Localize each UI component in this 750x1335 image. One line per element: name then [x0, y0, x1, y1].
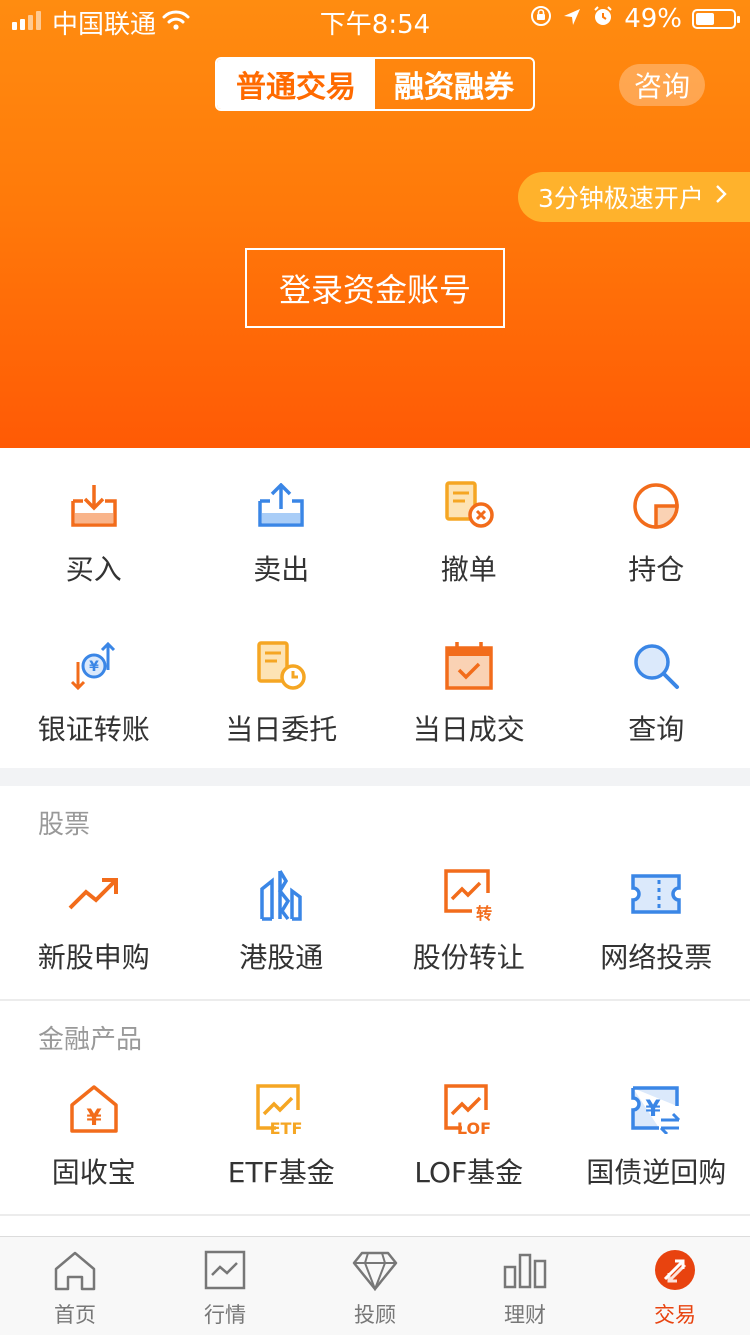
alarm-icon [592, 4, 614, 34]
treasury-repo-label: 国债逆回购 [586, 1151, 726, 1191]
position-action[interactable]: 持仓 [563, 478, 750, 588]
tab-advisor[interactable]: 投顾 [300, 1237, 450, 1335]
tab-wealth-label: 理财 [504, 1299, 546, 1329]
market-icon [203, 1249, 247, 1295]
online-vote-action[interactable]: 网络投票 [563, 866, 750, 976]
battery-icon [692, 9, 736, 29]
buy-action[interactable]: 买入 [0, 478, 188, 588]
tab-market[interactable]: 行情 [150, 1237, 300, 1335]
buy-icon [66, 478, 122, 534]
cancel-order-icon [441, 478, 497, 534]
transfer-badge: 转 [476, 904, 492, 921]
today-deals-label: 当日成交 [413, 708, 525, 748]
lof-text: LOF [457, 1119, 491, 1136]
share-transfer-label: 股份转让 [413, 936, 525, 976]
hk-connect-action[interactable]: 港股通 [188, 866, 376, 976]
query-label: 查询 [628, 708, 684, 748]
yen-glyph: ¥ [86, 1106, 102, 1131]
financial-section: 金融产品 ¥ 固收宝 ETF ETF基金 LOF LOF基金 ¥ 国债逆回购 [0, 1001, 750, 1215]
home-icon [52, 1249, 98, 1295]
cancel-order-label: 撤单 [441, 548, 497, 588]
divider [0, 1214, 750, 1216]
treasury-repo-action[interactable]: ¥ 国债逆回购 [563, 1081, 750, 1191]
tab-bar: 首页 行情 投顾 理财 交易 [0, 1236, 750, 1335]
chevron-right-icon [714, 182, 728, 212]
position-icon [628, 478, 684, 534]
today-deals-icon [441, 638, 497, 694]
fixed-income-action[interactable]: ¥ 固收宝 [0, 1081, 188, 1191]
share-transfer-action[interactable]: 转 股份转让 [375, 866, 563, 976]
advisor-icon [352, 1249, 398, 1295]
today-deals-action[interactable]: 当日成交 [375, 638, 563, 748]
tab-home-label: 首页 [54, 1299, 96, 1329]
ipo-icon [66, 866, 122, 922]
location-icon [562, 4, 582, 34]
lof-icon: LOF [441, 1081, 497, 1137]
treasury-repo-icon: ¥ [628, 1081, 684, 1137]
trade-icon [653, 1249, 697, 1295]
online-vote-label: 网络投票 [600, 936, 712, 976]
quick-actions: 买入 卖出 撤单 持仓 ¥ 银证转账 [0, 448, 750, 768]
trade-mode-switch: 普通交易 融资融券 [215, 57, 535, 111]
ipo-label: 新股申购 [38, 936, 150, 976]
tab-home[interactable]: 首页 [0, 1237, 150, 1335]
fixed-income-label: 固收宝 [52, 1151, 136, 1191]
tab-wealth[interactable]: 理财 [450, 1237, 600, 1335]
open-account-banner[interactable]: 3分钟极速开户 [518, 172, 750, 222]
repo-yen-glyph: ¥ [646, 1097, 662, 1122]
etf-icon: ETF [253, 1081, 309, 1137]
bank-transfer-label: 银证转账 [38, 708, 150, 748]
search-icon [628, 638, 684, 694]
wealth-icon [502, 1249, 548, 1295]
stocks-section-title: 股票 [38, 804, 90, 841]
sell-icon [253, 478, 309, 534]
etf-action[interactable]: ETF ETF基金 [188, 1081, 376, 1191]
stocks-section: 股票 新股申购 港股通 转 股份转让 网络投票 [0, 786, 750, 1000]
hk-connect-icon [253, 866, 309, 922]
share-transfer-icon: 转 [441, 866, 497, 922]
etf-text: ETF [270, 1119, 303, 1136]
login-fund-account-button[interactable]: 登录资金账号 [245, 248, 505, 328]
online-vote-icon [628, 866, 684, 922]
sell-action[interactable]: 卖出 [188, 478, 376, 588]
etf-label: ETF基金 [228, 1151, 335, 1191]
bank-transfer-icon: ¥ [66, 638, 122, 694]
segment-normal-trade[interactable]: 普通交易 [217, 59, 375, 109]
fixed-income-icon: ¥ [66, 1081, 122, 1137]
header: 中国联通 下午8:54 49% 普通交易 融资融券 咨询 3分钟极速开户 登 [0, 0, 750, 448]
svg-text:¥: ¥ [89, 659, 99, 675]
tab-trade-label: 交易 [654, 1299, 696, 1329]
lof-label: LOF基金 [414, 1151, 523, 1191]
buy-label: 买入 [66, 548, 122, 588]
cancel-order-action[interactable]: 撤单 [375, 478, 563, 588]
tab-advisor-label: 投顾 [354, 1299, 396, 1329]
tab-market-label: 行情 [204, 1299, 246, 1329]
rotation-lock-icon [530, 4, 552, 34]
hk-connect-label: 港股通 [239, 936, 323, 976]
tab-trade[interactable]: 交易 [600, 1237, 750, 1335]
segment-margin-trade[interactable]: 融资融券 [375, 59, 533, 109]
today-orders-icon [253, 638, 309, 694]
ipo-action[interactable]: 新股申购 [0, 866, 188, 976]
consult-button[interactable]: 咨询 [619, 64, 705, 106]
financial-section-title: 金融产品 [38, 1019, 142, 1056]
position-label: 持仓 [628, 548, 684, 588]
today-orders-action[interactable]: 当日委托 [188, 638, 376, 748]
section-gap [0, 768, 750, 786]
lof-action[interactable]: LOF LOF基金 [375, 1081, 563, 1191]
today-orders-label: 当日委托 [225, 708, 337, 748]
bank-transfer-action[interactable]: ¥ 银证转账 [0, 638, 188, 748]
sell-label: 卖出 [253, 548, 309, 588]
query-action[interactable]: 查询 [563, 638, 750, 748]
battery-percent: 49% [624, 4, 682, 34]
open-account-label: 3分钟极速开户 [538, 179, 704, 215]
status-bar: 中国联通 下午8:54 49% [0, 0, 750, 40]
